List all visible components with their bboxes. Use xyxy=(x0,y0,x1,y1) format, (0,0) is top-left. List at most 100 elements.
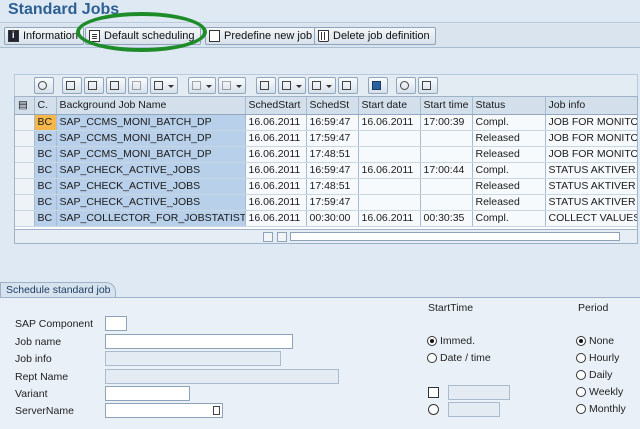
table-cell[interactable]: STATUS AKTIVER xyxy=(545,162,637,179)
table-cell[interactable]: 16.06.2011 xyxy=(358,114,421,131)
table-cell[interactable]: 16.06.2011 xyxy=(245,178,307,195)
table-row[interactable]: BC SAP_CCMS_MONI_BATCH_DP 16.06.2011 17:59:… xyxy=(15,130,637,147)
row-selector[interactable] xyxy=(15,114,35,131)
column-header[interactable]: Job info xyxy=(545,97,637,115)
date-time-radio[interactable] xyxy=(427,353,437,363)
table-cell[interactable]: Compl. xyxy=(472,114,546,131)
table-cell[interactable]: SAP_COLLECTOR_FOR_JOBSTATISTIC xyxy=(56,210,246,227)
table-cell[interactable] xyxy=(358,178,421,195)
scroll-thumb[interactable] xyxy=(290,232,620,241)
sort-descending-button[interactable] xyxy=(84,77,104,94)
select-all-cell[interactable]: ▤ xyxy=(15,97,35,115)
table-cell[interactable]: COLLECT VALUES xyxy=(545,210,637,227)
table-cell[interactable]: 16.06.2011 xyxy=(245,130,307,147)
sort-ascending-button[interactable] xyxy=(62,77,82,94)
grid-horizontal-scrollbar[interactable] xyxy=(14,230,638,244)
period-daily-radio[interactable] xyxy=(576,370,586,380)
row-selector[interactable] xyxy=(15,178,35,195)
layout-button[interactable] xyxy=(308,77,336,94)
table-cell[interactable]: BC xyxy=(34,194,57,211)
table-cell[interactable]: BC xyxy=(34,178,57,195)
table-row[interactable]: BC SAP_CCMS_MONI_BATCH_DP 16.06.2011 16:59:… xyxy=(15,114,637,131)
table-cell[interactable] xyxy=(420,130,473,147)
table-cell[interactable] xyxy=(358,194,421,211)
scroll-left-icon[interactable] xyxy=(263,232,273,242)
table-row[interactable]: BC SAP_CHECK_ACTIVE_JOBS 16.06.2011 17:59:4… xyxy=(15,194,637,211)
table-cell[interactable]: STATUS AKTIVER xyxy=(545,194,637,211)
table-cell[interactable] xyxy=(420,146,473,163)
table-cell[interactable]: 17:48:51 xyxy=(306,178,359,195)
table-cell[interactable]: 00:30:00 xyxy=(306,210,359,227)
find-next-button[interactable] xyxy=(128,77,148,94)
row-selector[interactable] xyxy=(15,194,35,211)
row-selector[interactable] xyxy=(15,210,35,227)
period-hourly-radio[interactable] xyxy=(576,353,586,363)
row-selector[interactable] xyxy=(15,146,35,163)
default-scheduling-button[interactable]: Default scheduling xyxy=(85,27,201,45)
table-cell[interactable]: Released xyxy=(472,130,546,147)
table-cell[interactable]: SAP_CHECK_ACTIVE_JOBS xyxy=(56,194,246,211)
column-header[interactable]: Start date xyxy=(358,97,421,115)
table-cell[interactable] xyxy=(420,194,473,211)
table-cell[interactable]: BC xyxy=(34,210,57,227)
sap-component-field[interactable] xyxy=(105,316,127,331)
column-header[interactable]: SchedSt xyxy=(306,97,359,115)
table-cell[interactable]: SAP_CHECK_ACTIVE_JOBS xyxy=(56,178,246,195)
table-cell[interactable]: SAP_CCMS_MONI_BATCH_DP xyxy=(56,130,246,147)
table-cell[interactable]: 17:48:51 xyxy=(306,146,359,163)
table-cell[interactable]: SAP_CCMS_MONI_BATCH_DP xyxy=(56,146,246,163)
table-row[interactable]: BC SAP_CHECK_ACTIVE_JOBS 16.06.2011 16:59:4… xyxy=(15,162,637,179)
subtotal-button[interactable] xyxy=(218,77,246,94)
table-cell[interactable]: 16.06.2011 xyxy=(245,162,307,179)
table-cell[interactable]: BC xyxy=(34,130,57,147)
predefine-new-job-button[interactable]: Predefine new job xyxy=(205,27,319,45)
immed-radio[interactable] xyxy=(427,336,437,346)
delete-job-definition-button[interactable]: Delete job definition xyxy=(314,27,436,45)
table-cell[interactable]: BC xyxy=(34,162,57,179)
table-cell[interactable]: Compl. xyxy=(472,162,546,179)
value-help-icon[interactable] xyxy=(213,406,220,415)
grid-info-button[interactable] xyxy=(368,77,388,94)
table-cell[interactable]: 16.06.2011 xyxy=(358,162,421,179)
table-cell[interactable]: 17:59:47 xyxy=(306,194,359,211)
table-cell[interactable]: 17:00:39 xyxy=(420,114,473,131)
table-cell[interactable]: Released xyxy=(472,178,546,195)
scroll-right-icon[interactable] xyxy=(277,232,287,242)
table-cell[interactable]: JOB FOR MONITO xyxy=(545,146,637,163)
row-selector[interactable] xyxy=(15,130,35,147)
table-cell[interactable]: 16.06.2011 xyxy=(245,114,307,131)
find-button[interactable] xyxy=(106,77,126,94)
table-cell[interactable]: Released xyxy=(472,146,546,163)
variant-field[interactable] xyxy=(105,386,190,401)
table-cell[interactable]: 16:59:47 xyxy=(306,162,359,179)
table-cell[interactable]: SAP_CCMS_MONI_BATCH_DP xyxy=(56,114,246,131)
column-header[interactable]: Start time xyxy=(420,97,473,115)
table-view-button[interactable] xyxy=(338,77,358,94)
table-cell[interactable] xyxy=(420,178,473,195)
table-cell[interactable]: 16:59:47 xyxy=(306,114,359,131)
details-button[interactable] xyxy=(34,77,54,94)
table-cell[interactable]: 00:30:35 xyxy=(420,210,473,227)
table-cell[interactable]: 17:00:44 xyxy=(420,162,473,179)
table-cell[interactable]: 16.06.2011 xyxy=(245,194,307,211)
print-preview-button[interactable] xyxy=(256,77,276,94)
table-cell[interactable]: BC xyxy=(34,146,57,163)
schedule-standard-job-tab[interactable]: Schedule standard job xyxy=(0,282,116,298)
table-cell[interactable]: 17:59:47 xyxy=(306,130,359,147)
column-header[interactable]: SchedStart xyxy=(245,97,307,115)
job-name-field[interactable] xyxy=(105,334,293,349)
grid-delete-button[interactable] xyxy=(418,77,438,94)
server-name-field[interactable] xyxy=(105,403,223,418)
column-header[interactable]: Status xyxy=(472,97,546,115)
period-monthly-radio[interactable] xyxy=(576,404,586,414)
refresh-button[interactable] xyxy=(396,77,416,94)
table-cell[interactable]: Released xyxy=(472,194,546,211)
table-row[interactable]: BC SAP_CCMS_MONI_BATCH_DP 16.06.2011 17:48:… xyxy=(15,146,637,163)
table-cell[interactable]: 16.06.2011 xyxy=(245,210,307,227)
sum-button[interactable] xyxy=(188,77,216,94)
column-header[interactable]: Background Job Name xyxy=(56,97,246,115)
table-cell[interactable]: 16.06.2011 xyxy=(358,210,421,227)
row-selector[interactable] xyxy=(15,162,35,179)
table-cell[interactable]: 16.06.2011 xyxy=(245,146,307,163)
table-cell[interactable] xyxy=(358,146,421,163)
